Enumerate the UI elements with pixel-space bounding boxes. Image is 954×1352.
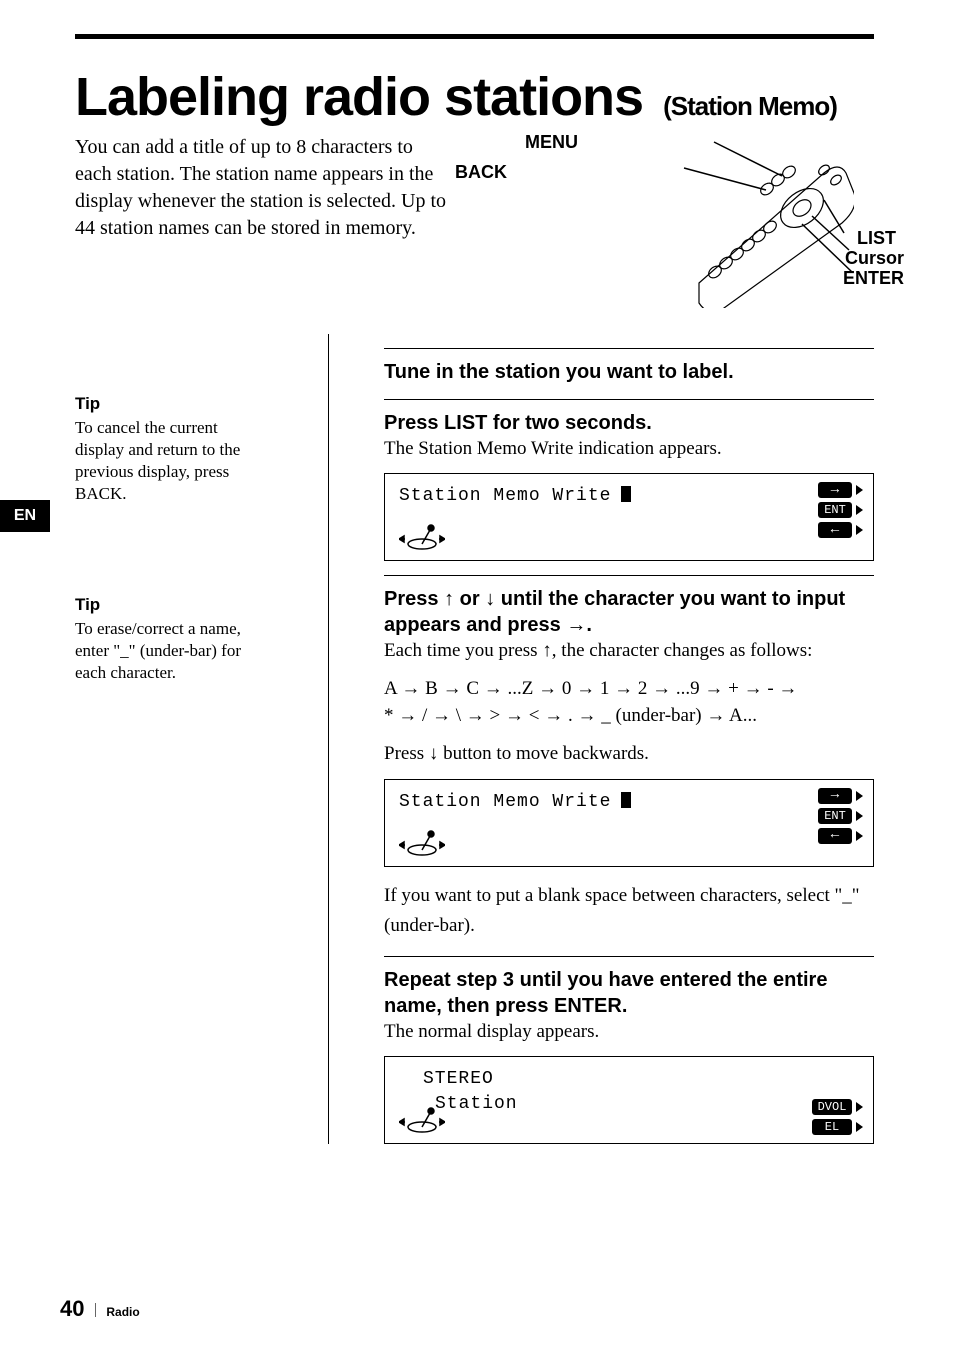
triangle-icon (856, 811, 863, 821)
right-arrow-icon: → (566, 614, 586, 636)
char-sequence: A → B → C → ...Z → 0 → 1 → 2 → ...9 → + … (384, 676, 874, 729)
top-rule (75, 34, 874, 39)
page-number: 40 (60, 1296, 84, 1321)
main-steps: Tune in the station you want to label. P… (384, 334, 874, 1145)
page-title: Labeling radio stations (Station Memo) (75, 69, 874, 126)
remote-label-enter: ENTER (843, 268, 904, 289)
t: button to move backwards. (438, 743, 649, 764)
pill-label: ← (831, 521, 839, 540)
title-main: Labeling radio stations (75, 67, 643, 127)
triangle-icon (856, 791, 863, 801)
step4-head: Repeat step 3 until you have entered the… (384, 967, 874, 1019)
lcd-text: Station (399, 1092, 861, 1116)
tip-head: Tip (75, 394, 270, 414)
step-rule (384, 399, 874, 400)
vertical-divider (328, 334, 329, 1145)
triangle-icon (856, 485, 863, 495)
step3-after: If you want to put a blank space between… (384, 881, 874, 942)
remote-label-back: BACK (455, 162, 507, 183)
t: or (454, 588, 485, 610)
pill-label: → (831, 786, 839, 805)
triangle-icon (856, 831, 863, 841)
lcd-text: Station Memo Write (399, 790, 861, 814)
joystick-icon (399, 828, 445, 858)
t: . (586, 614, 592, 636)
lcd-soft-buttons: → ENT ← (818, 482, 863, 538)
intro-text: You can add a title of up to 8 character… (75, 134, 450, 314)
step-rule (384, 575, 874, 576)
t: Each time you press (384, 640, 542, 661)
page-footer: 40 Radio (60, 1296, 140, 1322)
section-label: Radio (106, 1305, 139, 1319)
joystick-icon (399, 522, 445, 552)
seq-line: A → B → C → ...Z → 0 → 1 → 2 → ...9 → + … (384, 676, 874, 703)
step2-head: Press LIST for two seconds. (384, 410, 874, 436)
pill-label: EL (825, 1119, 839, 1135)
pill-label: → (831, 481, 839, 500)
tip-text: To cancel the current display and return… (75, 417, 270, 505)
down-arrow-icon: ↓ (485, 588, 495, 610)
tip-text: To erase/correct a name, enter "_" (unde… (75, 618, 270, 684)
remote-label-cursor: Cursor (845, 248, 904, 269)
tip-head: Tip (75, 595, 270, 615)
lcd-soft-buttons: → ENT ← (818, 788, 863, 844)
lcd-text: Station Memo Write (399, 484, 861, 508)
seq-line: * → / → \ → > → < → . → _ (under-bar) → … (384, 703, 874, 730)
remote-label-list: LIST (857, 228, 896, 249)
step2-body: The Station Memo Write indication appear… (384, 436, 874, 462)
triangle-icon (856, 505, 863, 515)
step3-body: Each time you press ↑, the character cha… (384, 638, 874, 664)
pill-label: ENT (824, 808, 846, 824)
lcd-text: STEREO (399, 1067, 861, 1091)
step1-head: Tune in the station you want to label. (384, 359, 874, 385)
step-rule (384, 348, 874, 349)
sidebar: Tip To cancel the current display and re… (55, 334, 270, 1145)
pill-label: DVOL (818, 1099, 847, 1115)
up-arrow-icon: ↑ (444, 588, 454, 610)
remote-diagram: MENU BACK LIST Cursor ENTER (450, 134, 874, 314)
lcd-display: Station Memo Write → ENT ← (384, 473, 874, 561)
triangle-icon (856, 1122, 863, 1132)
triangle-icon (856, 1102, 863, 1112)
down-arrow-icon: ↓ (429, 743, 439, 764)
lcd-display: Station Memo Write → ENT ← (384, 779, 874, 867)
t: Press (384, 743, 429, 764)
footer-divider (95, 1303, 96, 1317)
step4-body: The normal display appears. (384, 1019, 874, 1045)
title-sub: (Station Memo) (663, 91, 837, 121)
lcd-display: STEREO Station DVOL EL (384, 1056, 874, 1144)
step-rule (384, 956, 874, 957)
remote-illustration (654, 128, 854, 308)
pill-label: ENT (824, 502, 846, 518)
lcd-soft-buttons: DVOL EL (812, 1099, 863, 1135)
triangle-icon (856, 525, 863, 535)
step3-body2: Press ↓ button to move backwards. (384, 741, 874, 767)
remote-label-menu: MENU (525, 132, 578, 153)
language-tab: EN (0, 500, 50, 532)
step3-head: Press ↑ or ↓ until the character you wan… (384, 586, 874, 638)
t: Press (384, 588, 444, 610)
pill-label: ← (831, 826, 839, 845)
t: , the character changes as follows: (552, 640, 813, 661)
up-arrow-icon: ↑ (542, 640, 552, 661)
joystick-icon (399, 1105, 445, 1135)
